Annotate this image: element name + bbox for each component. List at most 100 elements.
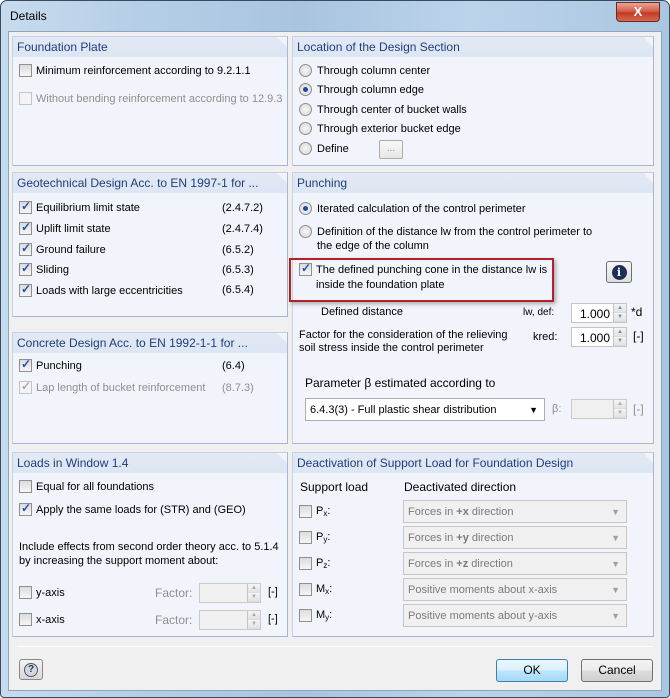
x-axis-factor-spinner[interactable]: ▲ ▼	[199, 610, 261, 630]
checkbox-box[interactable]	[299, 557, 312, 570]
checkbox-label: y-axis	[36, 586, 65, 599]
equilibrium-checkbox[interactable]: Equilibrium limit state	[19, 199, 140, 214]
pz-checkbox[interactable]: Pz:	[299, 557, 330, 570]
punching-checkbox[interactable]: Punching	[19, 357, 82, 372]
info-button[interactable]: i	[606, 261, 632, 283]
column-header-support-load: Support load	[300, 480, 369, 494]
my-checkbox[interactable]: My:	[299, 609, 332, 622]
radio-bucket-walls[interactable]: Through center of bucket walls	[299, 103, 467, 116]
lap-length-checkbox[interactable]: Lap length of bucket reinforcement	[19, 379, 205, 394]
define-section-button[interactable]: ...	[379, 140, 403, 159]
beta-method-dropdown[interactable]: 6.4.3(3) - Full plastic shear distributi…	[305, 398, 545, 421]
dropdown-value: Positive moments about y-axis	[408, 609, 558, 622]
radio-define[interactable]: Define	[299, 142, 349, 155]
spinner-value[interactable]	[200, 611, 247, 629]
min-reinforcement-checkbox[interactable]: Minimum reinforcement according to 9.2.1…	[19, 64, 251, 77]
equal-all-foundations-checkbox[interactable]: Equal for all foundations	[19, 480, 154, 493]
px-checkbox[interactable]: Px:	[299, 505, 330, 518]
mx-checkbox[interactable]: Mx:	[299, 583, 332, 596]
spinner-arrows[interactable]: ▲ ▼	[247, 584, 260, 602]
group-title: Foundation Plate	[13, 37, 287, 57]
py-checkbox[interactable]: Py:	[299, 531, 330, 544]
same-loads-checkbox[interactable]: Apply the same loads for (STR) and (GEO)	[19, 501, 246, 516]
y-axis-factor-spinner[interactable]: ▲ ▼	[199, 583, 261, 603]
checkbox-box[interactable]	[299, 583, 312, 596]
checkbox-box[interactable]	[19, 480, 32, 493]
defined-distance-unit: *d	[631, 305, 643, 319]
help-button[interactable]: ?	[19, 659, 43, 680]
checkbox-box[interactable]	[19, 241, 32, 256]
py-direction-dropdown[interactable]: Forces in +y direction ▼	[403, 526, 627, 549]
radio-definition-distance[interactable]: Definition of the distance lw from the c…	[299, 225, 592, 238]
checkbox-box[interactable]	[19, 199, 32, 214]
large-eccentricities-checkbox[interactable]: Loads with large eccentricities	[19, 282, 183, 297]
checkbox-label-cont: inside the foundation plate	[316, 279, 445, 291]
radio-button[interactable]	[299, 83, 312, 96]
mx-direction-dropdown[interactable]: Positive moments about x-axis ▼	[403, 578, 627, 601]
checkbox-box[interactable]	[19, 64, 32, 77]
checkbox-box[interactable]	[299, 505, 312, 518]
radio-button[interactable]	[299, 122, 312, 135]
punching-cone-checkbox[interactable]: The defined punching cone in the distanc…	[299, 261, 547, 276]
checkbox-box[interactable]	[299, 531, 312, 544]
spinner-arrows[interactable]: ▲ ▼	[613, 400, 626, 418]
spinner-value[interactable]: 1.000	[572, 328, 613, 346]
radio-button[interactable]	[299, 103, 312, 116]
checkbox-label: Minimum reinforcement according to 9.2.1…	[36, 64, 251, 77]
close-button[interactable]: X	[616, 2, 660, 22]
checkbox-box[interactable]	[19, 357, 32, 372]
checkbox-box[interactable]	[19, 586, 32, 599]
checkbox-box[interactable]	[19, 501, 32, 516]
ok-button[interactable]: OK	[496, 659, 568, 682]
ref-label: (6.5.2)	[222, 244, 254, 256]
spinner-arrows[interactable]: ▲ ▼	[613, 304, 626, 322]
checkbox-box[interactable]	[19, 261, 32, 276]
beta-label: Parameter β estimated according to	[305, 376, 496, 390]
cancel-button[interactable]: Cancel	[581, 659, 653, 682]
help-icon: ?	[24, 662, 38, 677]
checkbox-label: Punching	[36, 359, 82, 372]
ground-failure-checkbox[interactable]: Ground failure	[19, 241, 106, 256]
ref-label: (6.5.4)	[222, 284, 254, 296]
radio-exterior-bucket-edge[interactable]: Through exterior bucket edge	[299, 122, 461, 135]
kred-spinner[interactable]: 1.000 ▲ ▼	[571, 327, 627, 347]
spinner-value[interactable]	[572, 400, 613, 418]
without-bending-checkbox[interactable]: Without bending reinforcement according …	[19, 92, 282, 105]
defined-distance-spinner[interactable]: 1.000 ▲ ▼	[571, 303, 627, 323]
radio-iterated[interactable]: Iterated calculation of the control peri…	[299, 202, 526, 215]
radio-button[interactable]	[299, 225, 312, 238]
uplift-checkbox[interactable]: Uplift limit state	[19, 220, 111, 235]
footer-divider	[17, 646, 653, 647]
checkbox-label: Apply the same loads for (STR) and (GEO)	[36, 503, 246, 516]
my-direction-dropdown[interactable]: Positive moments about y-axis ▼	[403, 604, 627, 627]
radio-button[interactable]	[299, 64, 312, 77]
checkbox-box[interactable]	[19, 220, 32, 235]
checkbox-box[interactable]	[19, 379, 32, 394]
checkbox-label: Mx:	[316, 583, 333, 596]
checkbox-box[interactable]	[19, 613, 32, 626]
checkbox-box[interactable]	[299, 261, 312, 276]
dropdown-value: Forces in +z direction	[408, 557, 513, 570]
beta-spinner[interactable]: ▲ ▼	[571, 399, 627, 419]
checkbox-box[interactable]	[19, 92, 32, 105]
spinner-arrows[interactable]: ▲ ▼	[247, 611, 260, 629]
column-header-deactivated-direction: Deactivated direction	[404, 480, 517, 494]
checkbox-box[interactable]	[19, 282, 32, 297]
spinner-value[interactable]: 1.000	[572, 304, 613, 322]
y-axis-checkbox[interactable]: y-axis	[19, 586, 65, 599]
pz-direction-dropdown[interactable]: Forces in +z direction ▼	[403, 552, 627, 575]
checkbox-box[interactable]	[299, 609, 312, 622]
checkbox-label: Equal for all foundations	[36, 480, 155, 493]
sliding-checkbox[interactable]: Sliding	[19, 261, 69, 276]
defined-distance-symbol: lw, def:	[523, 307, 555, 318]
spinner-value[interactable]	[200, 584, 247, 602]
beta-symbol: β:	[552, 403, 562, 415]
spinner-arrows[interactable]: ▲ ▼	[613, 328, 626, 346]
radio-column-center[interactable]: Through column center	[299, 64, 430, 77]
radio-column-edge[interactable]: Through column edge	[299, 83, 424, 96]
px-direction-dropdown[interactable]: Forces in +x direction ▼	[403, 500, 627, 523]
radio-button[interactable]	[299, 142, 312, 155]
radio-button[interactable]	[299, 202, 312, 215]
group-geotechnical: Geotechnical Design Acc. to EN 1997-1 fo…	[12, 172, 288, 317]
x-axis-checkbox[interactable]: x-axis	[19, 613, 65, 626]
